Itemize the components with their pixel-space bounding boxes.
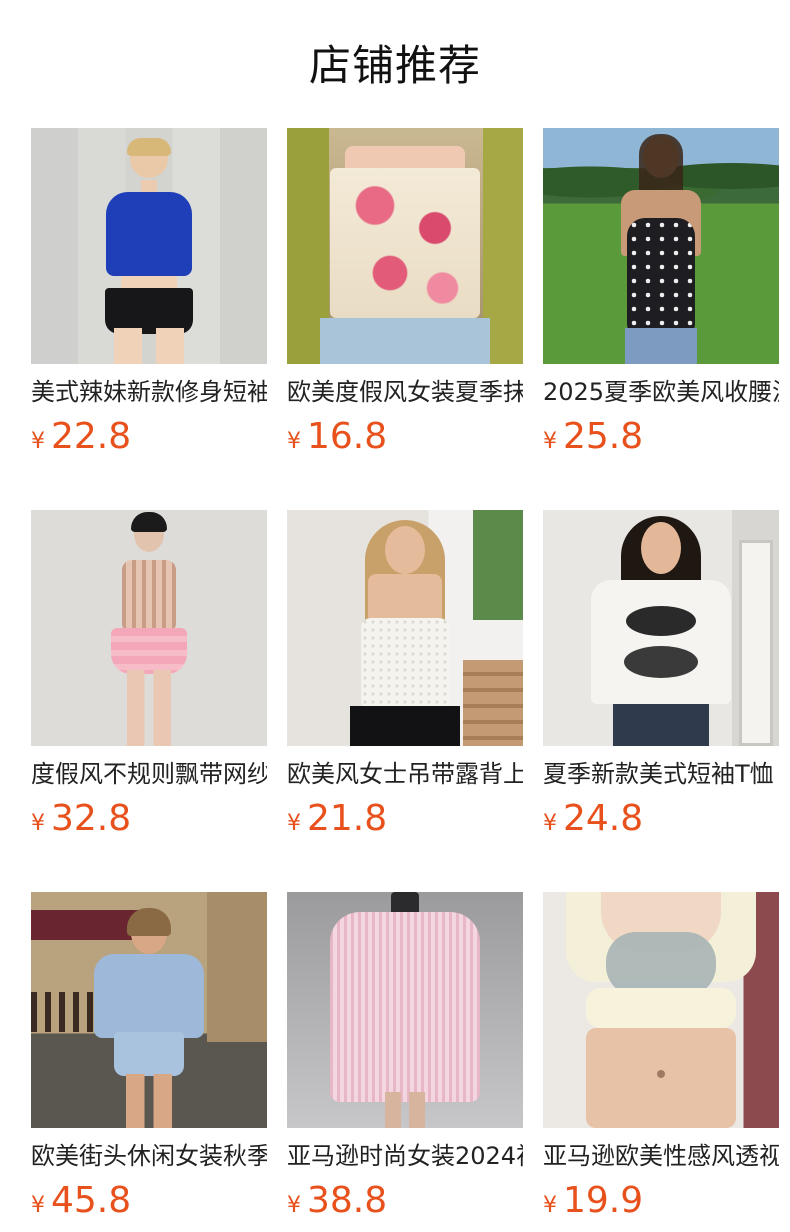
product-card[interactable]: 2025夏季欧美风收腰波点吊带 ¥25.8 (543, 128, 779, 457)
product-card[interactable]: 夏季新款美式短袖T恤 ¥24.8 (543, 510, 779, 839)
product-price: ¥24.8 (543, 798, 779, 839)
price-amount: 38.8 (307, 1180, 388, 1221)
product-price: ¥22.8 (31, 416, 267, 457)
product-price: ¥16.8 (287, 416, 523, 457)
product-name: 夏季新款美式短袖T恤 (543, 760, 774, 788)
currency-symbol: ¥ (287, 429, 301, 454)
product-price: ¥25.8 (543, 416, 779, 457)
product-image[interactable] (287, 128, 523, 364)
product-image[interactable] (31, 128, 267, 364)
price-amount: 32.8 (51, 798, 132, 839)
price-amount: 21.8 (307, 798, 388, 839)
product-name: 欧美风女士吊带露背上衣 (287, 760, 523, 788)
product-price: ¥45.8 (31, 1180, 267, 1221)
price-amount: 24.8 (563, 798, 644, 839)
product-image[interactable] (543, 892, 779, 1128)
currency-symbol: ¥ (543, 1193, 557, 1218)
product-image[interactable] (287, 892, 523, 1128)
product-image[interactable] (543, 128, 779, 364)
product-name: 欧美街头休闲女装秋季套装 (31, 1142, 267, 1170)
product-name: 亚马逊时尚女装2024衬衫 (287, 1142, 523, 1170)
product-name: 亚马逊欧美性感风透视上衣 (543, 1142, 779, 1170)
price-amount: 45.8 (51, 1180, 132, 1221)
product-image[interactable] (543, 510, 779, 746)
currency-symbol: ¥ (543, 429, 557, 454)
product-name: 2025夏季欧美风收腰波点吊带 (543, 378, 779, 406)
product-card[interactable]: 亚马逊欧美性感风透视上衣 ¥19.9 (543, 892, 779, 1221)
product-card[interactable]: 度假风不规则飘带网纱套装 ¥32.8 (31, 510, 267, 839)
section-title: 店铺推荐 (308, 41, 481, 90)
product-card[interactable]: 欧美风女士吊带露背上衣 ¥21.8 (287, 510, 523, 839)
product-card[interactable]: 欧美街头休闲女装秋季套装 ¥45.8 (31, 892, 267, 1221)
product-image[interactable] (31, 892, 267, 1128)
product-card[interactable]: 欧美度假风女装夏季抹胸 ¥16.8 (287, 128, 523, 457)
product-grid: 美式辣妹新款修身短袖T恤 ¥22.8 欧美度假风女装夏季抹胸 ¥16.8 (31, 128, 779, 1221)
product-card[interactable]: 亚马逊时尚女装2024衬衫 ¥38.8 (287, 892, 523, 1221)
product-price: ¥21.8 (287, 798, 523, 839)
currency-symbol: ¥ (31, 1193, 45, 1218)
currency-symbol: ¥ (31, 429, 45, 454)
price-amount: 25.8 (563, 416, 644, 457)
product-name: 美式辣妹新款修身短袖T恤 (31, 378, 267, 406)
product-card[interactable]: 美式辣妹新款修身短袖T恤 ¥22.8 (31, 128, 267, 457)
product-name: 度假风不规则飘带网纱套装 (31, 760, 267, 788)
product-image[interactable] (31, 510, 267, 746)
price-amount: 19.9 (563, 1180, 644, 1221)
product-price: ¥19.9 (543, 1180, 779, 1221)
currency-symbol: ¥ (543, 811, 557, 836)
currency-symbol: ¥ (287, 1193, 301, 1218)
product-price: ¥38.8 (287, 1180, 523, 1221)
currency-symbol: ¥ (287, 811, 301, 836)
price-amount: 22.8 (51, 416, 132, 457)
product-image[interactable] (287, 510, 523, 746)
currency-symbol: ¥ (31, 811, 45, 836)
product-name: 欧美度假风女装夏季抹胸 (287, 378, 523, 406)
store-recommendations-page: 店铺推荐 美式辣妹新款修身短袖T恤 ¥22.8 (0, 0, 790, 1232)
product-price: ¥32.8 (31, 798, 267, 839)
price-amount: 16.8 (307, 416, 388, 457)
